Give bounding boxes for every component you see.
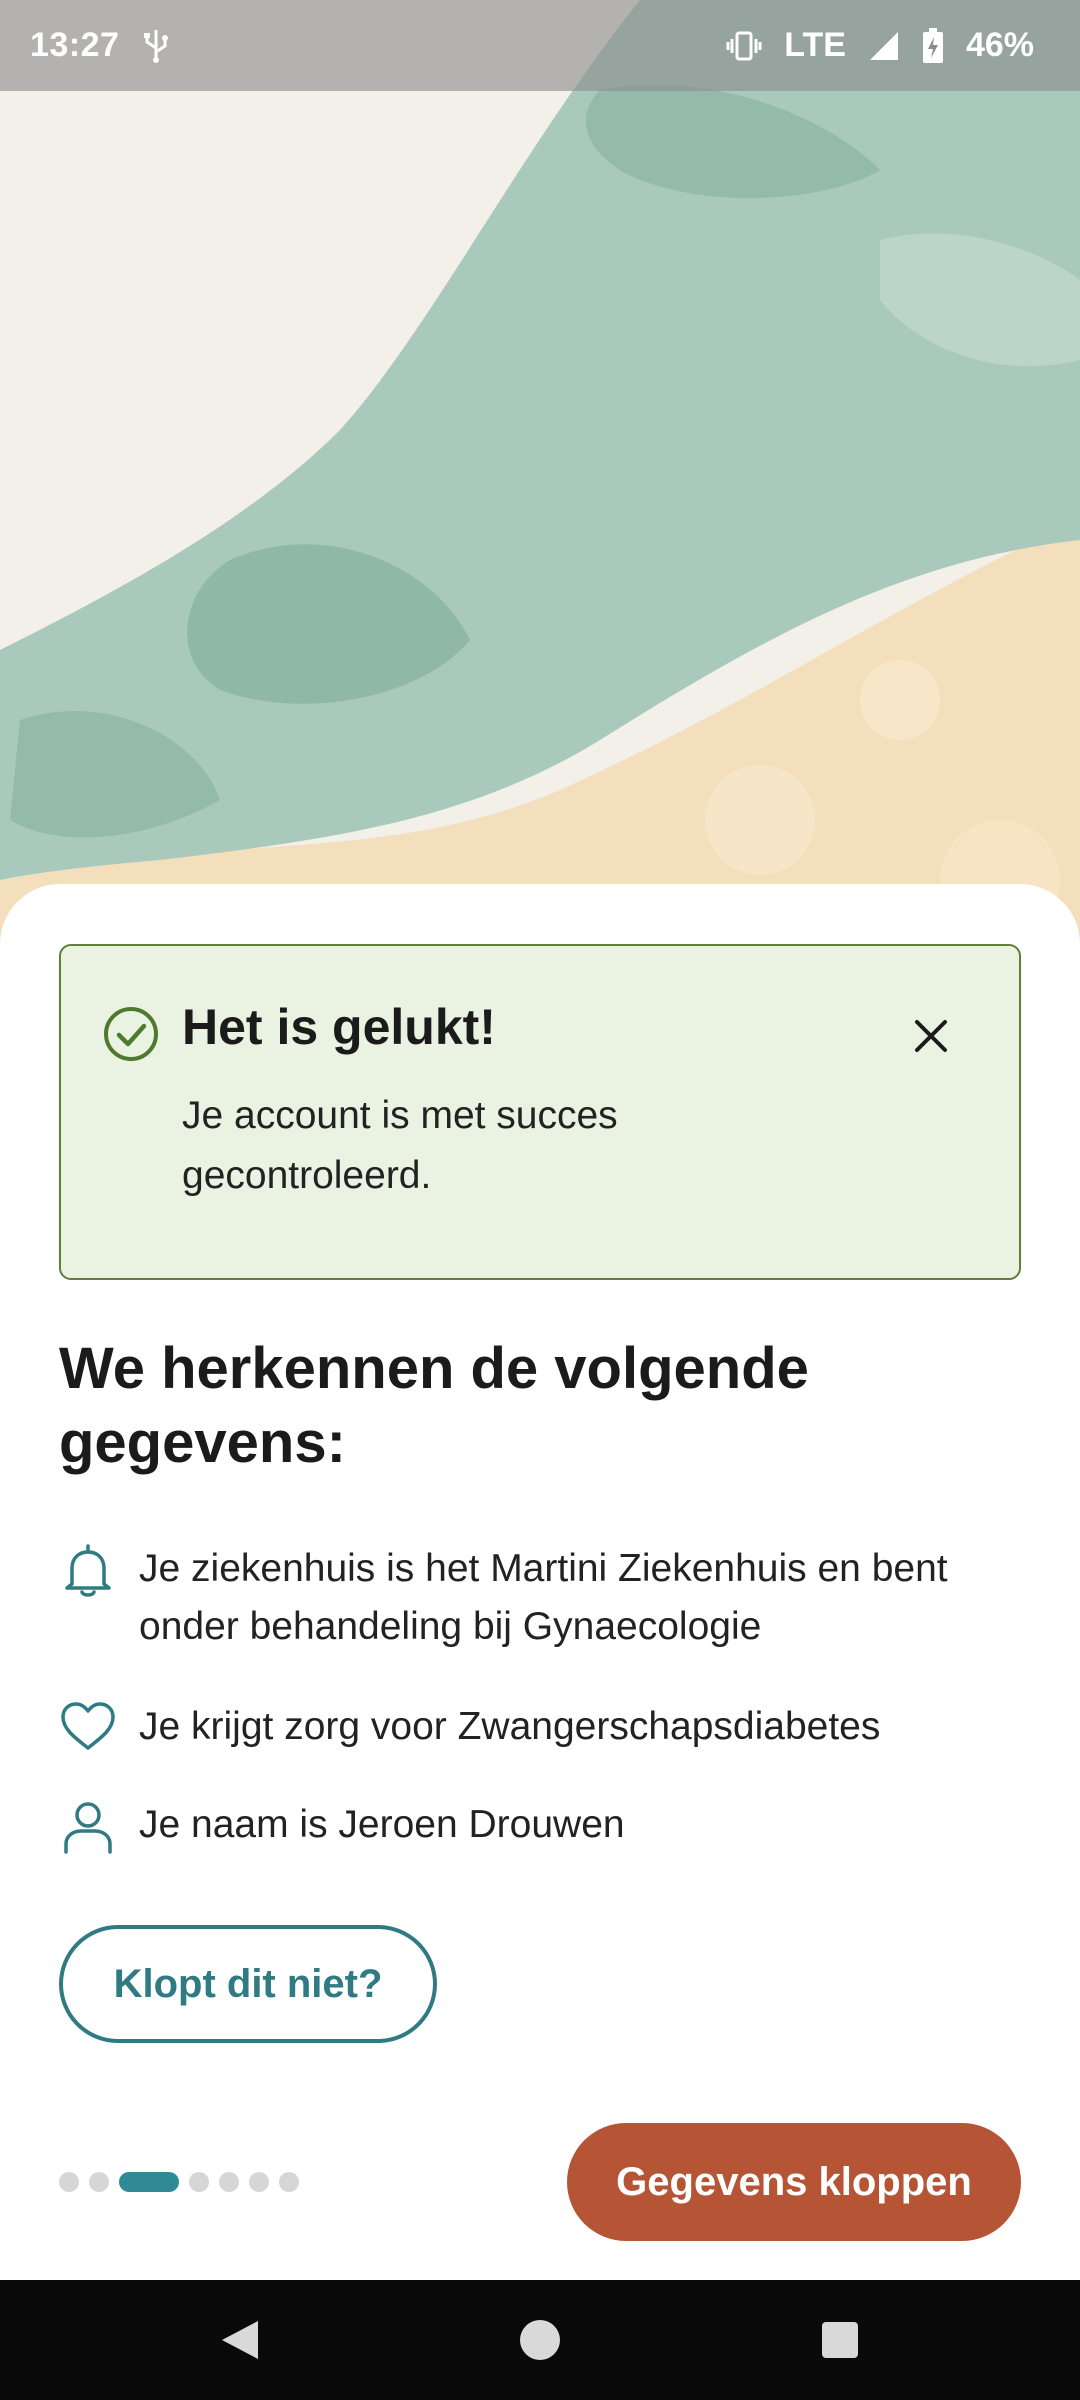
status-time: 13:27: [30, 26, 120, 64]
person-icon: [59, 1798, 117, 1856]
home-icon[interactable]: [510, 2310, 570, 2370]
battery-percent: 46%: [965, 26, 1034, 64]
banner-message: Je account is met succes gecontroleerd.: [182, 1094, 618, 1197]
confirm-details-button[interactable]: Gegevens kloppen: [567, 2123, 1021, 2241]
check-circle-icon: [103, 1006, 159, 1062]
info-text-care: Je krijgt zorg voor Zwangerschapsdiabete…: [139, 1705, 881, 1748]
section-title: We herkennen de volgende gegevens:: [59, 1336, 809, 1475]
page-dot: [249, 2172, 269, 2192]
bell-icon: [59, 1542, 117, 1600]
not-correct-button[interactable]: Klopt dit niet?: [59, 1925, 437, 2043]
close-icon[interactable]: [901, 1006, 961, 1066]
info-text-hospital: Je ziekenhuis is het Martini Ziekenhuis …: [139, 1547, 948, 1648]
page-dot: [189, 2172, 209, 2192]
banner-title: Het is gelukt!: [182, 999, 496, 1055]
back-icon[interactable]: [210, 2310, 270, 2370]
heart-icon: [59, 1698, 117, 1756]
network-type: LTE: [784, 26, 846, 64]
vibrate-icon: [726, 30, 762, 62]
usb-icon: [141, 28, 171, 64]
success-banner: Het is gelukt! Je account is met succes …: [59, 944, 1021, 1280]
bottom-sheet: Het is gelukt! Je account is met succes …: [0, 884, 1080, 2280]
page-dot: [279, 2172, 299, 2192]
page-dot-active: [119, 2172, 179, 2192]
status-bar: 13:27 LTE 46%: [0, 0, 1080, 91]
system-nav-bar: [0, 2280, 1080, 2400]
info-text-name: Je naam is Jeroen Drouwen: [139, 1803, 625, 1846]
page-dot: [219, 2172, 239, 2192]
hero-illustration: [0, 0, 1080, 960]
page-indicator: [59, 2171, 299, 2193]
battery-charging-icon: [922, 27, 944, 64]
page-dot: [89, 2172, 109, 2192]
recents-icon[interactable]: [810, 2310, 870, 2370]
page-dot: [59, 2172, 79, 2192]
signal-icon: [868, 30, 900, 62]
